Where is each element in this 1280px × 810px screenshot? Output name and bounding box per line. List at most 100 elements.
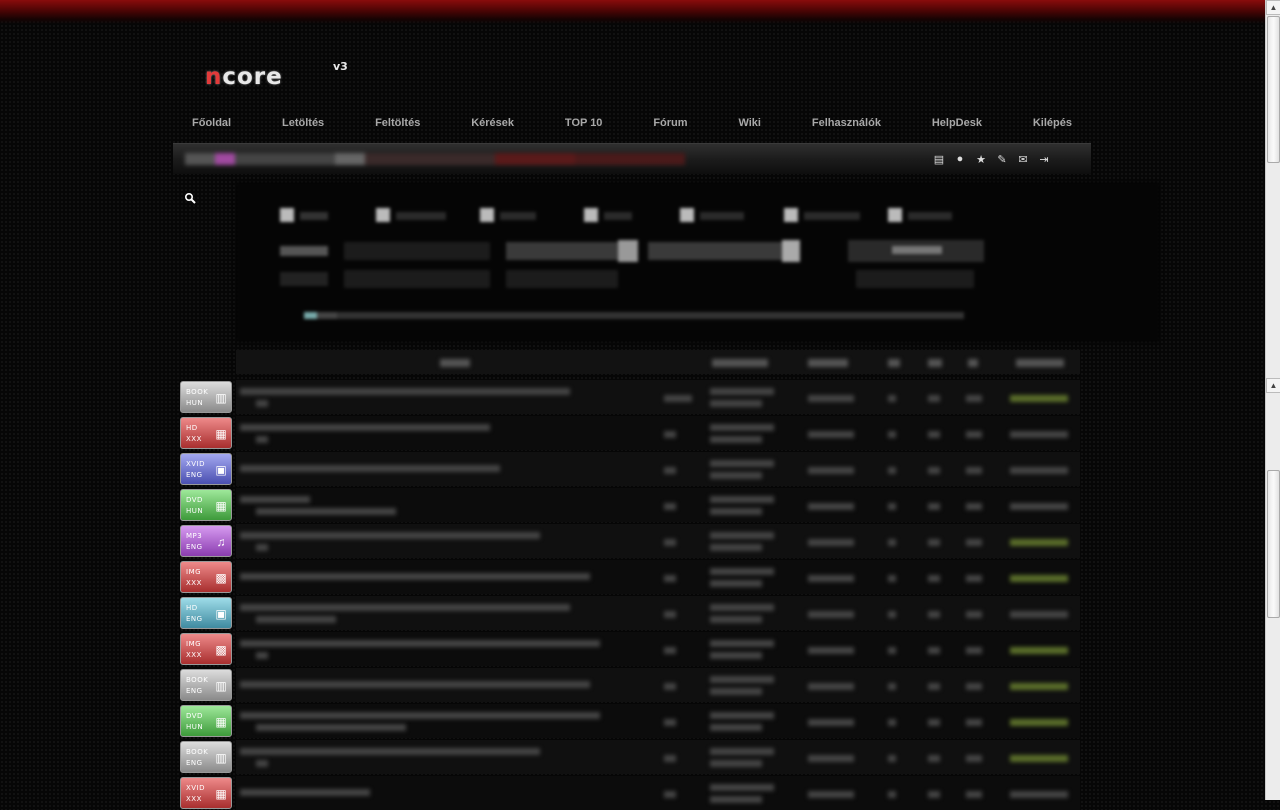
row-background xyxy=(236,596,1080,630)
uploader-redacted xyxy=(1010,755,1068,762)
category-icon[interactable]: XVID ENG ▣ xyxy=(180,453,232,485)
torrent-row[interactable]: MP3 ENG ♫ xyxy=(180,524,1080,558)
row-background xyxy=(236,632,1080,666)
nav-helpdesk[interactable]: HelpDesk xyxy=(932,117,982,129)
upload-time-redacted xyxy=(710,508,762,515)
category-icon[interactable]: XVID XXX ▦ xyxy=(180,777,232,809)
category-lang: XXX xyxy=(186,435,202,443)
logo-text: ncore xyxy=(205,64,283,90)
leechers-redacted xyxy=(966,431,982,438)
seeders-redacted xyxy=(928,575,940,582)
category-icon[interactable]: BOOK ENG ▥ xyxy=(180,741,232,773)
torrent-row[interactable]: XVID ENG ▣ xyxy=(180,452,1080,486)
scrollbar[interactable]: ▲ ▲ xyxy=(1265,0,1280,800)
seeders-redacted xyxy=(928,503,940,510)
ncore-logo[interactable]: ncore v3 xyxy=(205,60,375,96)
nav-letoltes[interactable]: Letöltés xyxy=(282,117,324,129)
upload-date-redacted xyxy=(710,676,774,683)
scroll-arrow-mid[interactable]: ▲ xyxy=(1266,378,1280,393)
size-redacted xyxy=(808,431,854,438)
category-icon[interactable]: HD ENG ▣ xyxy=(180,597,232,629)
uploader-redacted xyxy=(1010,719,1068,726)
torrent-title-redacted[interactable] xyxy=(240,712,600,719)
nav-feltoltes[interactable]: Feltöltés xyxy=(375,117,420,129)
torrent-row[interactable]: BOOK HUN ▥ xyxy=(180,380,1080,414)
torrent-subtitle-redacted xyxy=(256,724,406,731)
category-lang: ENG xyxy=(186,543,203,551)
torrent-title-redacted[interactable] xyxy=(240,465,500,472)
torrent-title-redacted[interactable] xyxy=(240,681,590,688)
torrent-title-redacted[interactable] xyxy=(240,640,600,647)
torrent-icon-redacted xyxy=(664,755,676,762)
torrent-row[interactable]: BOOK ENG ▥ xyxy=(180,740,1080,774)
torrent-title-redacted[interactable] xyxy=(240,789,370,796)
torrent-subtitle-redacted xyxy=(256,652,268,659)
category-icon[interactable]: MP3 ENG ♫ xyxy=(180,525,232,557)
category-type: BOOK xyxy=(186,748,209,756)
nav-top10[interactable]: TOP 10 xyxy=(565,117,603,129)
torrent-title-redacted[interactable] xyxy=(240,748,540,755)
torrent-title-redacted[interactable] xyxy=(240,496,310,503)
torrent-row[interactable]: IMG XXX ▩ xyxy=(180,560,1080,594)
size-redacted xyxy=(808,395,854,402)
category-type: HD xyxy=(186,424,198,432)
downloads-redacted xyxy=(888,755,896,762)
scroll-up-arrow[interactable]: ▲ xyxy=(1266,0,1280,15)
torrent-title-redacted[interactable] xyxy=(240,532,540,539)
document-icon[interactable]: ▤ xyxy=(932,152,946,166)
upload-date-redacted xyxy=(710,640,774,647)
torrent-row[interactable]: HD XXX ▦ xyxy=(180,416,1080,450)
torrent-title-redacted[interactable] xyxy=(240,388,570,395)
category-icon[interactable]: DVD HUN ▦ xyxy=(180,705,232,737)
downloads-redacted xyxy=(888,611,896,618)
category-lang: XXX xyxy=(186,579,202,587)
torrent-icon-redacted xyxy=(664,683,676,690)
user-info-bar: ▤ ● ★ ✎ ✉ ⇥ xyxy=(173,143,1091,174)
upload-date-redacted xyxy=(710,424,774,431)
nav-wiki[interactable]: Wiki xyxy=(738,117,761,129)
downloads-redacted xyxy=(888,791,896,798)
torrent-row[interactable]: DVD HUN ▦ xyxy=(180,704,1080,738)
uploader-redacted xyxy=(1010,539,1068,546)
size-redacted xyxy=(808,539,854,546)
nav-keresek[interactable]: Kérések xyxy=(471,117,514,129)
torrent-row[interactable]: HD ENG ▣ xyxy=(180,596,1080,630)
uploader-redacted xyxy=(1010,467,1068,474)
nav-kilepes[interactable]: Kilépés xyxy=(1033,117,1072,129)
scroll-thumb-lower[interactable] xyxy=(1267,470,1280,618)
category-type: XVID xyxy=(186,784,206,792)
category-icon[interactable]: IMG XXX ▩ xyxy=(180,633,232,665)
torrent-row[interactable]: DVD HUN ▦ xyxy=(180,488,1080,522)
torrent-row[interactable]: XVID XXX ▦ xyxy=(180,776,1080,810)
uploader-redacted xyxy=(1010,575,1068,582)
torrent-row[interactable]: BOOK ENG ▥ xyxy=(180,668,1080,702)
leechers-redacted xyxy=(966,575,982,582)
upload-time-redacted xyxy=(710,472,762,479)
torrent-title-redacted[interactable] xyxy=(240,424,490,431)
category-icon[interactable]: BOOK HUN ▥ xyxy=(180,381,232,413)
category-icon[interactable]: IMG XXX ▩ xyxy=(180,561,232,593)
category-icon[interactable]: BOOK ENG ▥ xyxy=(180,669,232,701)
nav-forum[interactable]: Fórum xyxy=(653,117,687,129)
wrench-icon[interactable]: ✎ xyxy=(995,152,1009,166)
uploader-redacted xyxy=(1010,791,1068,798)
category-icon[interactable]: HD XXX ▦ xyxy=(180,417,232,449)
search-icon[interactable] xyxy=(184,192,198,206)
nav-fooldal[interactable]: Főoldal xyxy=(192,117,231,129)
torrent-subtitle-redacted xyxy=(256,436,268,443)
user-icon[interactable]: ● xyxy=(953,152,967,166)
torrent-icon-redacted xyxy=(664,575,676,582)
nav-felhasznalok[interactable]: Felhasználók xyxy=(812,117,881,129)
mail-icon[interactable]: ✉ xyxy=(1016,152,1030,166)
logout-icon[interactable]: ⇥ xyxy=(1037,152,1051,166)
star-icon[interactable]: ★ xyxy=(974,152,988,166)
downloads-redacted xyxy=(888,467,896,474)
torrent-title-redacted[interactable] xyxy=(240,573,590,580)
book-icon: ▥ xyxy=(215,679,227,693)
upload-date-redacted xyxy=(710,460,774,467)
category-icon[interactable]: DVD HUN ▦ xyxy=(180,489,232,521)
seeders-redacted xyxy=(928,539,940,546)
torrent-title-redacted[interactable] xyxy=(240,604,570,611)
scroll-thumb-upper[interactable] xyxy=(1267,16,1280,163)
torrent-row[interactable]: IMG XXX ▩ xyxy=(180,632,1080,666)
